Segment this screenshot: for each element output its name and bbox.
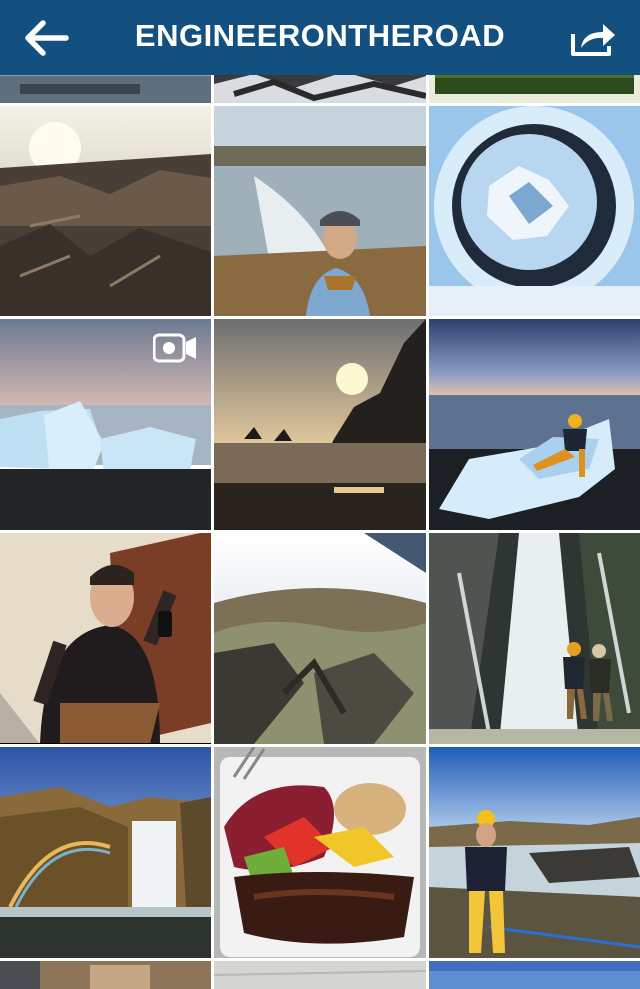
back-arrow-icon	[24, 19, 69, 56]
photo-tile[interactable]	[214, 533, 426, 744]
profile-screen: ENGINEERONTHEROAD	[0, 0, 640, 989]
photo-tile[interactable]	[429, 533, 640, 744]
page-title: ENGINEERONTHEROAD	[134, 18, 506, 53]
video-camera-icon	[153, 333, 197, 363]
top-nav-bar: ENGINEERONTHEROAD	[0, 0, 640, 75]
photo-grid	[0, 0, 640, 989]
photo-tile[interactable]	[214, 106, 426, 316]
photo-tile[interactable]	[429, 747, 640, 958]
photo-tile[interactable]	[0, 319, 211, 530]
photo-tile[interactable]	[429, 319, 640, 530]
photo-tile[interactable]	[0, 747, 211, 958]
photo-tile[interactable]	[0, 961, 211, 989]
photo-tile[interactable]	[0, 106, 211, 316]
share-button[interactable]	[555, 0, 630, 75]
photo-tile[interactable]	[429, 106, 640, 316]
photo-tile[interactable]	[214, 319, 426, 530]
share-icon	[570, 23, 615, 56]
back-button[interactable]	[8, 0, 83, 75]
photo-tile[interactable]	[214, 747, 426, 958]
photo-tile[interactable]	[429, 961, 640, 989]
photo-tile[interactable]	[214, 961, 426, 989]
photo-tile[interactable]	[0, 533, 211, 744]
